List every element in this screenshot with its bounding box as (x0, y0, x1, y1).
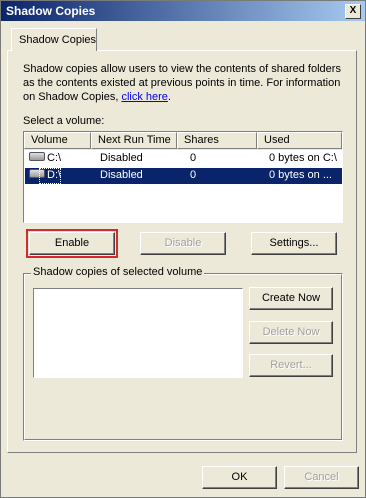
shadow-copies-list[interactable] (33, 288, 243, 378)
used-cell: 0 bytes on ... (269, 169, 332, 181)
select-volume-label: Select a volume: (23, 115, 105, 127)
next-run-time-cell: Disabled (100, 152, 143, 164)
column-header-next-run-time[interactable]: Next Run Time (91, 132, 177, 149)
group-title: Shadow copies of selected volume (31, 266, 205, 278)
drive-icon (29, 152, 45, 161)
click-here-link[interactable]: click here (121, 91, 167, 103)
shadow-copies-dialog: Shadow Copies X Shadow Copies Shadow cop… (0, 0, 366, 498)
focus-rectangle (39, 168, 61, 184)
used-cell: 0 bytes on C:\ (269, 152, 337, 164)
volume-cell: C:\ (29, 152, 61, 164)
delete-now-button[interactable]: Delete Now (249, 321, 333, 344)
cancel-button[interactable]: Cancel (284, 466, 359, 489)
volume-list-header: Volume Next Run Time Shares Used (24, 132, 342, 150)
column-header-used[interactable]: Used (257, 132, 342, 149)
close-icon[interactable]: X (345, 4, 361, 19)
window-title: Shadow Copies (6, 4, 96, 18)
next-run-time-cell: Disabled (100, 169, 143, 181)
ok-button[interactable]: OK (202, 466, 277, 489)
description-suffix: . (167, 91, 171, 103)
enable-button[interactable]: Enable (26, 229, 118, 258)
create-now-button[interactable]: Create Now (249, 287, 333, 310)
description-text: Shadow copies allow users to view the co… (23, 62, 345, 104)
tab-label: Shadow Copies (19, 34, 97, 46)
column-header-shares[interactable]: Shares (177, 132, 257, 149)
title-bar: Shadow Copies X (1, 1, 365, 21)
shares-cell: 0 (190, 152, 197, 164)
disable-button[interactable]: Disable (140, 232, 226, 255)
column-header-volume[interactable]: Volume (24, 132, 91, 149)
revert-button[interactable]: Revert... (249, 354, 333, 377)
description-body: Shadow copies allow users to view the co… (23, 63, 341, 103)
volume-name: C:\ (47, 152, 62, 164)
shares-cell: 0 (190, 169, 197, 181)
volume-row-d[interactable]: D:\ Disabled 0 0 bytes on ... (25, 168, 342, 184)
volume-row-c[interactable]: C:\ Disabled 0 0 bytes on C:\ (25, 151, 342, 167)
volume-list[interactable]: Volume Next Run Time Shares Used C:\ Dis… (23, 131, 343, 223)
tab-shadow-copies[interactable]: Shadow Copies (11, 28, 97, 51)
settings-button[interactable]: Settings... (251, 232, 337, 255)
